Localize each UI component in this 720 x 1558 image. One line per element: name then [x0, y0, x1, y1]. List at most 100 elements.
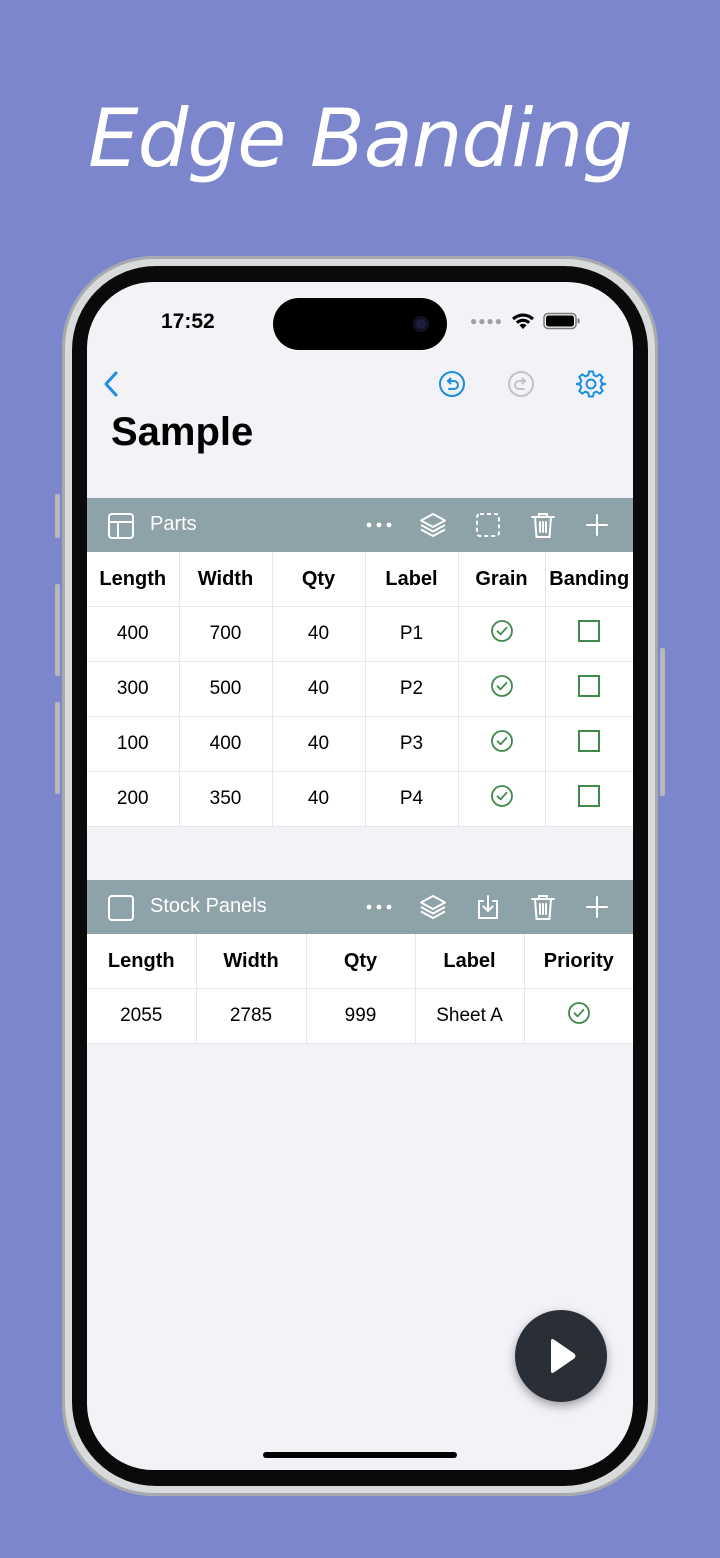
- dashed-selection-icon: [476, 513, 500, 537]
- parts-select-button[interactable]: [472, 509, 504, 541]
- empty-square-icon: [578, 675, 601, 697]
- stock-add-button[interactable]: [581, 891, 613, 923]
- stock-import-button[interactable]: [472, 891, 504, 923]
- cell-width[interactable]: 700: [179, 606, 273, 662]
- undo-icon: [439, 371, 465, 397]
- stock-table: Length Width Qty Label Priority 2055 278…: [87, 934, 633, 1044]
- nav-bar: [87, 362, 633, 406]
- cell-qty[interactable]: 40: [272, 771, 366, 827]
- cell-qty[interactable]: 999: [306, 988, 416, 1044]
- stock-layers-button[interactable]: [417, 891, 449, 923]
- column-header-label[interactable]: Label: [415, 934, 525, 989]
- undo-button[interactable]: [430, 362, 474, 406]
- cell-length[interactable]: 300: [87, 661, 180, 717]
- stock-section-header: Stock Panels: [87, 880, 633, 934]
- gear-icon: [576, 370, 606, 398]
- parts-table: Length Width Qty Label Grain Banding 400…: [87, 552, 633, 827]
- run-button[interactable]: [515, 1310, 607, 1402]
- parts-add-button[interactable]: [581, 509, 613, 541]
- power-button: [660, 648, 665, 796]
- cell-grain[interactable]: [458, 771, 546, 827]
- column-header-length[interactable]: Length: [87, 552, 180, 607]
- check-circle-icon: [567, 1002, 590, 1024]
- cell-banding[interactable]: [545, 661, 633, 717]
- table-row[interactable]: 400 700 40 P1: [87, 606, 633, 662]
- cell-grain[interactable]: [458, 716, 546, 772]
- cell-grain[interactable]: [458, 606, 546, 662]
- stock-delete-button[interactable]: [527, 891, 559, 923]
- wifi-icon: [512, 313, 534, 329]
- stock-more-button[interactable]: [363, 891, 395, 923]
- cell-qty[interactable]: 40: [272, 716, 366, 772]
- cell-length[interactable]: 200: [87, 771, 180, 827]
- battery-icon: [543, 312, 580, 330]
- volume-up-button: [55, 584, 60, 676]
- layers-icon: [420, 895, 446, 919]
- cell-width[interactable]: 350: [179, 771, 273, 827]
- cell-width[interactable]: 400: [179, 716, 273, 772]
- table-row[interactable]: 2055 2785 999 Sheet A: [87, 988, 633, 1044]
- column-header-length[interactable]: Length: [87, 934, 197, 989]
- headline: Edge Banding: [88, 92, 633, 185]
- column-header-qty[interactable]: Qty: [306, 934, 416, 989]
- table-layout-icon: [108, 513, 134, 539]
- settings-button[interactable]: [569, 362, 613, 406]
- dynamic-island: [273, 298, 447, 350]
- column-header-priority[interactable]: Priority: [524, 934, 633, 989]
- redo-icon: [508, 371, 534, 397]
- table-row[interactable]: 200 350 40 P4: [87, 771, 633, 827]
- cell-label[interactable]: P1: [365, 606, 459, 662]
- column-header-grain[interactable]: Grain: [458, 552, 546, 607]
- column-header-width[interactable]: Width: [179, 552, 273, 607]
- signal-icon: ●●●●: [470, 314, 503, 328]
- column-header-label[interactable]: Label: [365, 552, 459, 607]
- back-button[interactable]: [89, 362, 133, 406]
- empty-square-icon: [578, 785, 601, 807]
- ellipsis-icon: [366, 522, 392, 528]
- cell-grain[interactable]: [458, 661, 546, 717]
- cell-length[interactable]: 100: [87, 716, 180, 772]
- parts-section-title: Parts: [150, 513, 197, 535]
- check-circle-icon: [490, 785, 513, 807]
- ellipsis-icon: [366, 904, 392, 910]
- table-row[interactable]: 100 400 40 P3: [87, 716, 633, 772]
- check-circle-icon: [490, 730, 513, 752]
- column-header-width[interactable]: Width: [196, 934, 307, 989]
- plus-icon: [586, 514, 608, 536]
- cell-priority[interactable]: [524, 988, 633, 1044]
- column-header-qty[interactable]: Qty: [272, 552, 366, 607]
- plus-icon: [586, 896, 608, 918]
- cell-label[interactable]: Sheet A: [415, 988, 525, 1044]
- layers-icon: [420, 513, 446, 537]
- table-row[interactable]: 300 500 40 P2: [87, 661, 633, 717]
- parts-delete-button[interactable]: [527, 509, 559, 541]
- cell-label[interactable]: P4: [365, 771, 459, 827]
- status-time: 17:52: [161, 310, 215, 333]
- square-icon: [108, 895, 134, 921]
- check-circle-icon: [490, 620, 513, 642]
- parts-more-button[interactable]: [363, 509, 395, 541]
- cell-banding[interactable]: [545, 716, 633, 772]
- cell-length[interactable]: 400: [87, 606, 180, 662]
- redo-button[interactable]: [499, 362, 543, 406]
- parts-layers-button[interactable]: [417, 509, 449, 541]
- empty-square-icon: [578, 620, 601, 642]
- column-header-banding[interactable]: Banding: [545, 552, 633, 607]
- cell-banding[interactable]: [545, 606, 633, 662]
- page-title: Sample: [111, 410, 254, 454]
- trash-icon: [531, 895, 555, 920]
- action-button: [55, 494, 60, 538]
- home-indicator: [263, 1452, 457, 1458]
- cell-label[interactable]: P2: [365, 661, 459, 717]
- play-icon: [551, 1339, 576, 1373]
- cell-banding[interactable]: [545, 771, 633, 827]
- cell-qty[interactable]: 40: [272, 606, 366, 662]
- cell-label[interactable]: P3: [365, 716, 459, 772]
- status-indicators: ●●●●: [470, 312, 581, 330]
- stock-header-row: Length Width Qty Label Priority: [87, 934, 633, 989]
- cell-qty[interactable]: 40: [272, 661, 366, 717]
- cell-width[interactable]: 500: [179, 661, 273, 717]
- cell-width[interactable]: 2785: [196, 988, 307, 1044]
- cell-length[interactable]: 2055: [87, 988, 197, 1044]
- app-screen: 17:52 ●●●● Sample Parts Length Width Qty…: [87, 282, 633, 1470]
